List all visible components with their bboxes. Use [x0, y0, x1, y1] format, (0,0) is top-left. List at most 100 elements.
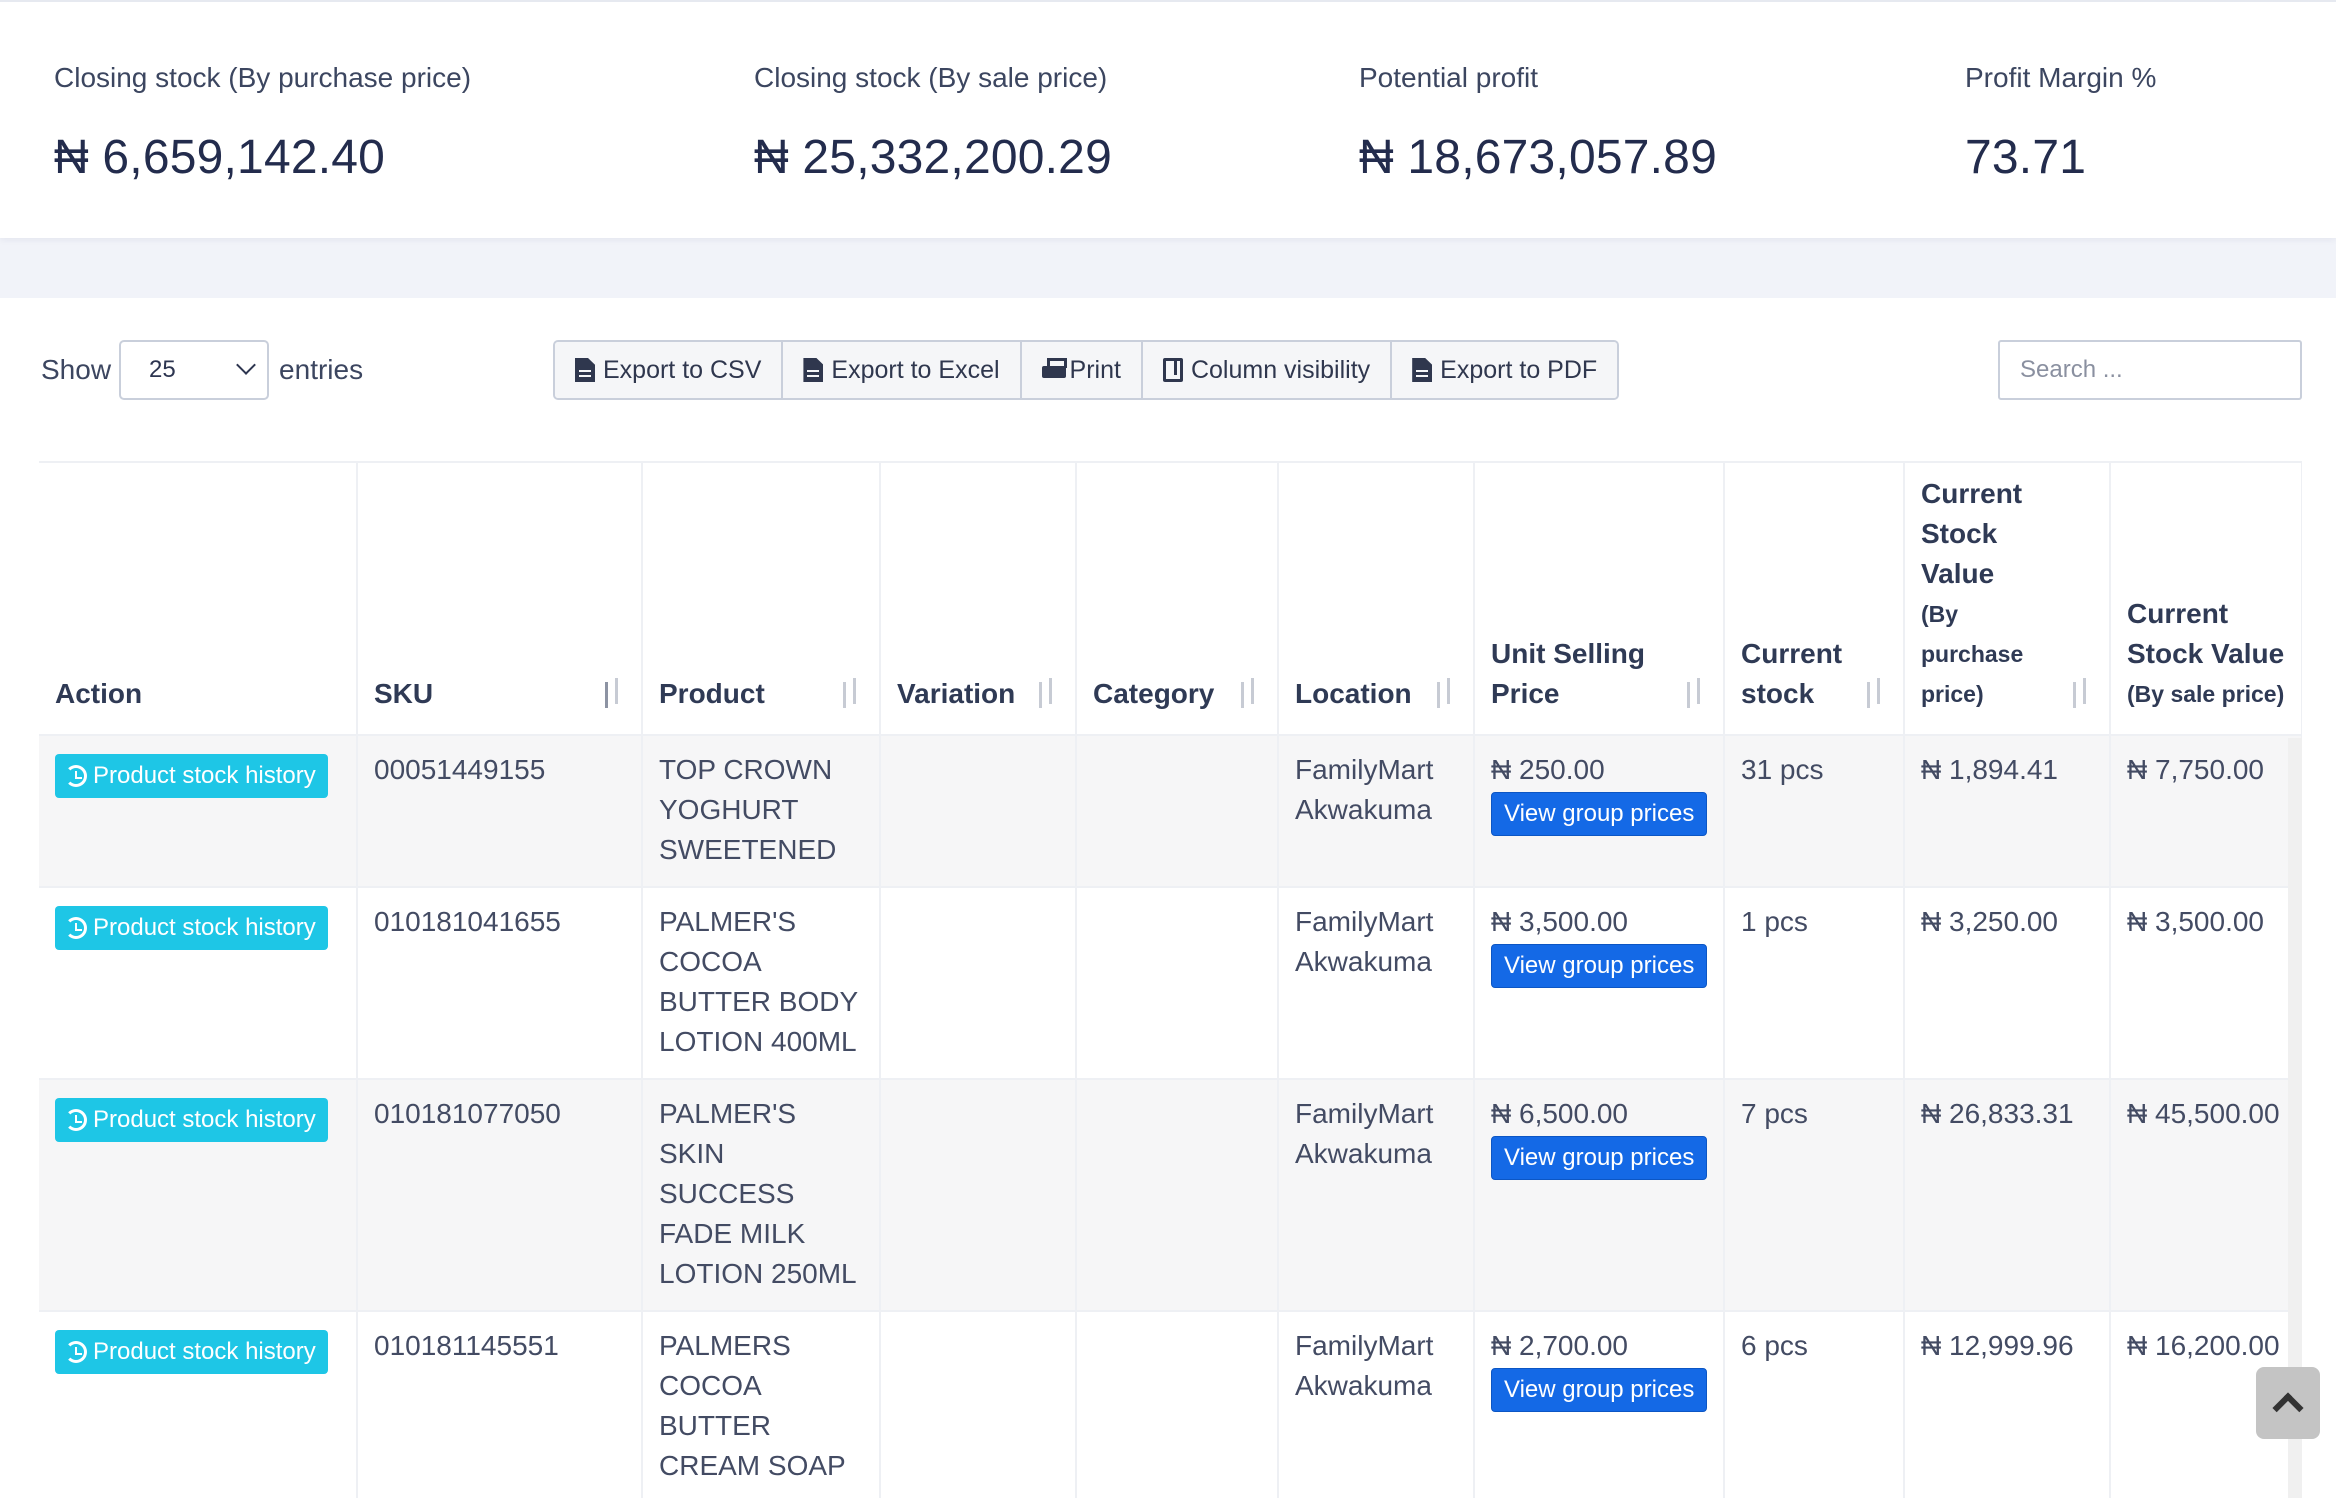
cell-sku: 010181077050 — [357, 1079, 643, 1312]
cell-category — [1076, 1311, 1279, 1498]
cell-stock: 6 pcs — [1724, 1311, 1905, 1498]
cell-value-sale: ₦ 7,750.00 — [2110, 735, 2302, 888]
page-length-select[interactable]: 25 — [119, 340, 270, 400]
stat-value: ₦ 6,659,142.40 — [54, 131, 386, 184]
stat-label: Closing stock (By purchase price) — [54, 62, 472, 93]
cell-sku: 010181041655 — [357, 887, 643, 1080]
stat-value: 73.71 — [1965, 131, 2087, 184]
sort-icon — [1033, 678, 1059, 708]
column-header-product[interactable]: Product — [642, 463, 881, 736]
sort-icon — [2067, 678, 2093, 708]
stock-table: Action SKU Product Variation Category Lo… — [39, 463, 2302, 1498]
table-row: Product stock history 010181077050 PALME… — [39, 1079, 2302, 1312]
cell-category — [1076, 735, 1279, 888]
history-icon — [65, 1341, 87, 1363]
stat-closing-sale: Closing stock (By sale price) ₦ 25,332,2… — [754, 62, 1112, 185]
view-group-prices-button[interactable]: View group prices — [1491, 792, 1708, 836]
stock-report-panel: Show 25 entries Export to CSV Export to … — [0, 298, 2336, 1498]
file-excel-icon — [803, 358, 824, 382]
stat-label: Potential profit — [1359, 62, 1538, 93]
columns-icon — [1162, 358, 1183, 382]
column-visibility-label: Column visibility — [1190, 355, 1371, 384]
cell-location: FamilyMart Akwakuma — [1278, 1311, 1475, 1498]
column-header-current-stock[interactable]: Current stock — [1724, 463, 1905, 736]
cell-product: PALMERS COCOA BUTTER CREAM SOAP — [642, 1311, 881, 1498]
cell-price: ₦ 2,700.00 View group prices — [1474, 1311, 1725, 1498]
table-header-row: Action SKU Product Variation Category Lo… — [39, 463, 2302, 736]
file-pdf-icon — [1412, 358, 1433, 382]
cell-price: ₦ 3,500.00 View group prices — [1474, 887, 1725, 1080]
print-button[interactable]: Print — [1021, 342, 1143, 398]
printer-icon — [1041, 358, 1067, 382]
history-icon — [65, 765, 87, 787]
export-excel-button[interactable]: Export to Excel — [783, 342, 1022, 398]
sort-icon — [1235, 678, 1261, 708]
stat-closing-purchase: Closing stock (By purchase price) ₦ 6,65… — [54, 62, 471, 185]
stock-summary: Closing stock (By purchase price) ₦ 6,65… — [0, 0, 2336, 238]
column-header-variation[interactable]: Variation — [880, 463, 1077, 736]
sort-icon — [1861, 678, 1887, 708]
column-header-action: Action — [39, 463, 358, 736]
export-toolbar: Export to CSV Export to Excel Print Colu… — [553, 340, 1620, 400]
search-input[interactable]: Search ... — [1998, 340, 2302, 400]
column-visibility-button[interactable]: Column visibility — [1142, 342, 1393, 398]
column-header-category[interactable]: Category — [1076, 463, 1279, 736]
table-row: Product stock history 00051449155 TOP CR… — [39, 735, 2302, 888]
cell-variation — [880, 1079, 1077, 1312]
cell-value-purchase: ₦ 1,894.41 — [1904, 735, 2111, 888]
stat-value: ₦ 18,673,057.89 — [1359, 131, 1717, 184]
sort-icon — [1431, 678, 1457, 708]
stat-label: Closing stock (By sale price) — [754, 62, 1108, 93]
chevron-up-icon — [2272, 1392, 2304, 1424]
cell-sku: 010181145551 — [357, 1311, 643, 1498]
page-length-value: 25 — [149, 356, 176, 383]
product-stock-history-button[interactable]: Product stock history — [55, 754, 328, 798]
cell-value-purchase: ₦ 3,250.00 — [1904, 887, 2111, 1080]
cell-variation — [880, 887, 1077, 1080]
cell-stock: 1 pcs — [1724, 887, 1905, 1080]
stat-label: Profit Margin % — [1965, 62, 2157, 93]
file-csv-icon — [575, 358, 595, 382]
column-header-value-sale[interactable]: Current Stock Value (By sale price) — [2110, 463, 2302, 736]
cell-value-purchase: ₦ 12,999.96 — [1904, 1311, 2111, 1498]
show-label: Show — [41, 354, 112, 385]
cell-variation — [880, 735, 1077, 888]
stat-potential-profit: Potential profit ₦ 18,673,057.89 — [1359, 62, 1717, 185]
chevron-down-icon — [236, 355, 256, 375]
cell-category — [1076, 1079, 1279, 1312]
column-header-sku[interactable]: SKU — [357, 463, 643, 736]
entries-label: entries — [279, 354, 364, 385]
export-pdf-button[interactable]: Export to PDF — [1392, 342, 1618, 398]
sort-icon — [1681, 678, 1707, 708]
column-header-unit-selling-price[interactable]: Unit Selling Price — [1474, 463, 1725, 736]
print-label: Print — [1069, 355, 1121, 384]
export-csv-button[interactable]: Export to CSV — [555, 342, 784, 398]
stock-table-container: Action SKU Product Variation Category Lo… — [39, 461, 2302, 1498]
cell-location: FamilyMart Akwakuma — [1278, 735, 1475, 888]
history-icon — [65, 1109, 87, 1131]
cell-stock: 31 pcs — [1724, 735, 1905, 888]
cell-value-purchase: ₦ 26,833.31 — [1904, 1079, 2111, 1312]
cell-sku: 00051449155 — [357, 735, 643, 888]
cell-value-sale: ₦ 45,500.00 — [2110, 1079, 2302, 1312]
view-group-prices-button[interactable]: View group prices — [1491, 1136, 1708, 1180]
view-group-prices-button[interactable]: View group prices — [1491, 1368, 1708, 1412]
column-header-value-purchase[interactable]: Current Stock Value (By purchase price) — [1904, 463, 2111, 736]
table-row: Product stock history 010181041655 PALME… — [39, 887, 2302, 1080]
cell-location: FamilyMart Akwakuma — [1278, 887, 1475, 1080]
cell-value-sale: ₦ 3,500.00 — [2110, 887, 2302, 1080]
column-header-location[interactable]: Location — [1278, 463, 1475, 736]
export-pdf-label: Export to PDF — [1440, 355, 1598, 384]
history-icon — [65, 917, 87, 939]
cell-location: FamilyMart Akwakuma — [1278, 1079, 1475, 1312]
product-stock-history-button[interactable]: Product stock history — [55, 1098, 328, 1142]
sort-icon — [837, 678, 863, 708]
view-group-prices-button[interactable]: View group prices — [1491, 944, 1708, 988]
product-stock-history-button[interactable]: Product stock history — [55, 906, 328, 950]
cell-stock: 7 pcs — [1724, 1079, 1905, 1312]
product-stock-history-button[interactable]: Product stock history — [55, 1330, 328, 1374]
scroll-to-top-button[interactable] — [2256, 1367, 2320, 1439]
stat-value: ₦ 25,332,200.29 — [754, 131, 1112, 184]
sort-asc-icon — [599, 678, 625, 708]
table-row: Product stock history 010181145551 PALME… — [39, 1311, 2302, 1498]
